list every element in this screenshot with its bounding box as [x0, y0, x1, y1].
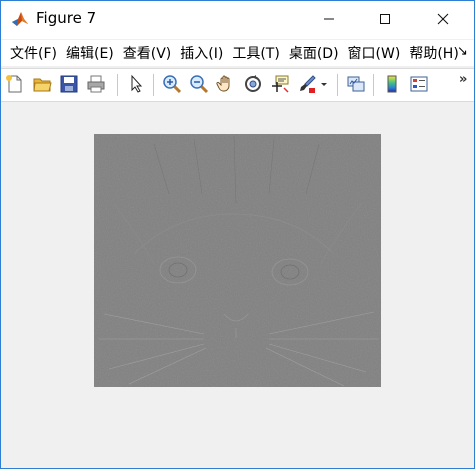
- menu-insert[interactable]: 插入(I): [171, 43, 223, 63]
- select-pointer-button[interactable]: [125, 73, 147, 95]
- print-button[interactable]: [85, 73, 107, 95]
- menu-window[interactable]: 窗口(W): [339, 43, 401, 63]
- new-figure-button[interactable]: [4, 73, 26, 95]
- open-file-icon: [33, 78, 52, 92]
- data-cursor-button[interactable]: [269, 73, 291, 95]
- menu-bar: 文件(F) 编辑(E) 查看(V) 插入(I) 工具(T) 桌面(D) 窗口(W…: [1, 40, 474, 66]
- zoom-in-icon: [163, 75, 182, 94]
- minimize-button[interactable]: [306, 1, 352, 37]
- zoom-out-button[interactable]: [188, 73, 210, 95]
- title-bar[interactable]: Figure 7: [1, 1, 474, 39]
- rotate-3d-icon: [245, 75, 261, 92]
- menu-edit[interactable]: 编辑(E): [57, 43, 114, 63]
- menu-desktop[interactable]: 桌面(D): [280, 43, 339, 63]
- menu-dock-arrow-icon[interactable]: ↘: [457, 44, 468, 59]
- window-title: Figure 7: [36, 9, 97, 27]
- maximize-icon: [380, 14, 390, 24]
- toolbar-separator: [373, 74, 374, 96]
- brush-icon: [300, 75, 316, 93]
- figure-canvas[interactable]: [1, 102, 474, 468]
- link-plot-icon: [347, 76, 365, 92]
- zoom-out-icon: [190, 75, 209, 94]
- brush-button[interactable]: [296, 73, 318, 95]
- data-cursor-icon: [272, 75, 289, 93]
- maximize-button[interactable]: [362, 1, 408, 37]
- figure-toolbar: »: [1, 68, 474, 102]
- menu-tools[interactable]: 工具(T): [223, 43, 279, 63]
- print-icon: [87, 75, 105, 93]
- menu-file[interactable]: 文件(F): [1, 43, 57, 63]
- filtered-image-axes[interactable]: [94, 134, 381, 387]
- open-file-button[interactable]: [31, 73, 53, 95]
- close-button[interactable]: [420, 1, 466, 37]
- close-icon: [437, 13, 449, 25]
- link-plot-button[interactable]: [345, 73, 367, 95]
- toolbar-separator: [117, 74, 118, 96]
- zoom-in-button[interactable]: [161, 73, 183, 95]
- save-button[interactable]: [58, 73, 80, 95]
- select-pointer-icon: [131, 74, 143, 93]
- toolbar-overflow-icon[interactable]: »: [459, 72, 467, 87]
- colorbar-icon: [387, 75, 397, 93]
- save-icon: [60, 75, 78, 93]
- menu-view[interactable]: 查看(V): [114, 43, 172, 63]
- toolbar-separator: [337, 74, 338, 96]
- menu-help[interactable]: 帮助(H): [400, 43, 458, 63]
- chevron-down-icon: [321, 83, 327, 86]
- minimize-icon: [324, 18, 334, 20]
- new-figure-icon: [6, 75, 22, 93]
- figure-window: Figure 7 文件(F) 编辑(E) 查看(V) 插入(I) 工具(T) 桌…: [0, 0, 475, 469]
- pan-hand-icon: [216, 75, 230, 92]
- insert-legend-button[interactable]: [408, 73, 430, 95]
- legend-icon: [410, 76, 428, 92]
- pan-button[interactable]: [215, 73, 237, 95]
- toolbar-separator: [153, 74, 154, 96]
- rotate-3d-button[interactable]: [242, 73, 264, 95]
- matlab-logo-icon: [11, 10, 29, 28]
- brush-dropdown-button[interactable]: [319, 73, 329, 95]
- insert-colorbar-button[interactable]: [381, 73, 403, 95]
